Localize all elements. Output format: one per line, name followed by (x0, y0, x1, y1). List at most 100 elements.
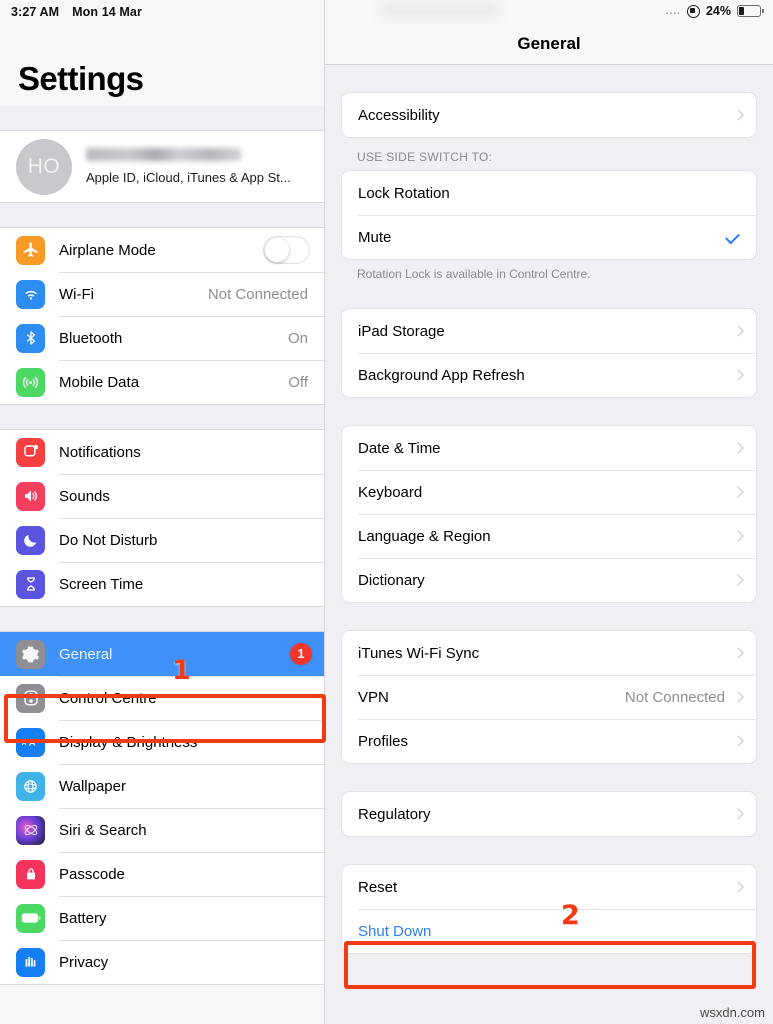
sidebar-group-notifications: Notifications Sounds Do Not Disturb Scre… (0, 429, 324, 607)
row-label: Shut Down (358, 922, 432, 940)
status-bar-right: .... 24% (665, 4, 764, 18)
sidebar-item-siri-search[interactable]: Siri & Search (0, 808, 324, 852)
row-ipad-storage[interactable]: iPad Storage (342, 309, 756, 353)
sounds-icon (16, 481, 45, 511)
gear-icon (16, 639, 45, 669)
sidebar-item-sounds[interactable]: Sounds (0, 474, 324, 518)
account-name-redacted (86, 148, 241, 161)
sidebar-item-passcode[interactable]: Passcode (0, 852, 324, 896)
control-centre-icon (16, 683, 45, 713)
sidebar-item-wallpaper[interactable]: Wallpaper (0, 764, 324, 808)
cellular-icon (16, 367, 45, 397)
sidebar-item-label: Wi-Fi (59, 285, 94, 303)
row-background-app-refresh[interactable]: Background App Refresh (342, 353, 756, 397)
sidebar-item-label: Airplane Mode (59, 241, 156, 259)
row-label: iTunes Wi-Fi Sync (358, 644, 480, 662)
sidebar-item-label: Display & Brightness (59, 733, 198, 751)
settings-title-container: Settings (0, 24, 324, 106)
row-label: Language & Region (358, 527, 491, 545)
detail-spacer (341, 603, 757, 630)
bluetooth-icon (16, 323, 45, 353)
airplane-icon (16, 235, 45, 265)
chevron-right-icon (732, 808, 744, 820)
section-accessibility: Accessibility (341, 92, 757, 138)
row-language-region[interactable]: Language & Region (342, 514, 756, 558)
sidebar-item-label: Bluetooth (59, 329, 123, 347)
chevron-right-icon (732, 735, 744, 747)
ipad-settings-screen: 3:27 AM Mon 14 Mar Settings HO Apple ID,… (0, 0, 773, 1024)
annotation-marker-1: 1 (172, 655, 191, 686)
wifi-icon (16, 279, 45, 309)
sidebar-item-airplane-mode[interactable]: Airplane Mode (0, 228, 324, 272)
row-regulatory[interactable]: Regulatory (342, 792, 756, 836)
toggle-knob (265, 238, 289, 262)
sidebar-item-mobile-data[interactable]: Mobile Data Off (0, 360, 324, 404)
row-label: Regulatory (358, 805, 431, 823)
svg-text:A: A (28, 738, 35, 748)
sidebar-item-label: Control Centre (59, 689, 157, 707)
account-subtitle: Apple ID, iCloud, iTunes & App St... (86, 170, 291, 185)
chevron-right-icon (732, 574, 744, 586)
section-storage: iPad Storage Background App Refresh (341, 308, 757, 398)
section-sync: iTunes Wi-Fi Sync VPN Not Connected Prof… (341, 630, 757, 764)
apple-account-row[interactable]: HO Apple ID, iCloud, iTunes & App St... (0, 130, 324, 203)
row-profiles[interactable]: Profiles (342, 719, 756, 763)
status-bar-left: 3:27 AM Mon 14 Mar (0, 0, 324, 24)
row-mute[interactable]: Mute (342, 215, 756, 259)
row-lock-rotation[interactable]: Lock Rotation (342, 171, 756, 215)
row-label: Date & Time (358, 439, 441, 457)
sidebar-item-label: Wallpaper (59, 777, 126, 795)
general-detail-panel: .... 24% General Accessibility USE SIDE … (325, 0, 773, 1024)
airplane-mode-toggle[interactable] (263, 236, 310, 264)
bluetooth-status-value: On (287, 329, 308, 347)
sidebar-group-system: General 1 Control Centre AA Display & Br… (0, 631, 324, 985)
sidebar-item-battery[interactable]: Battery (0, 896, 324, 940)
sidebar-item-general[interactable]: General 1 (0, 632, 324, 676)
sidebar-item-screen-time[interactable]: Screen Time (0, 562, 324, 606)
lock-icon (16, 859, 45, 889)
sidebar-item-control-centre[interactable]: Control Centre (0, 676, 324, 720)
row-label: Profiles (358, 732, 409, 750)
section-footer-side-switch: Rotation Lock is available in Control Ce… (357, 267, 591, 281)
sidebar-item-label: Privacy (59, 953, 109, 971)
chevron-right-icon (732, 647, 744, 659)
row-label: Mute (358, 228, 392, 246)
wallpaper-icon (16, 771, 45, 801)
row-date-time[interactable]: Date & Time (342, 426, 756, 470)
sidebar-item-privacy[interactable]: Privacy (0, 940, 324, 984)
chevron-right-icon (732, 691, 744, 703)
sidebar-item-display-brightness[interactable]: AA Display & Brightness (0, 720, 324, 764)
section-side-switch: Lock Rotation Mute (341, 170, 757, 260)
row-vpn[interactable]: VPN Not Connected (342, 675, 756, 719)
sidebar-item-wifi[interactable]: Wi-Fi Not Connected (0, 272, 324, 316)
row-dictionary[interactable]: Dictionary (342, 558, 756, 602)
detail-scroll-area[interactable]: Accessibility USE SIDE SWITCH TO: Lock R… (325, 65, 773, 954)
row-accessibility[interactable]: Accessibility (342, 93, 756, 137)
row-itunes-wifi-sync[interactable]: iTunes Wi-Fi Sync (342, 631, 756, 675)
sidebar-item-bluetooth[interactable]: Bluetooth On (0, 316, 324, 360)
sidebar-item-notifications[interactable]: Notifications (0, 430, 324, 474)
sidebar-item-label: Siri & Search (59, 821, 147, 839)
row-reset[interactable]: Reset (342, 865, 756, 909)
battery-status-icon (737, 5, 764, 17)
sidebar-item-label: Screen Time (59, 575, 144, 593)
wifi-status-value: Not Connected (207, 285, 308, 303)
sidebar-group-connectivity: Airplane Mode Wi-Fi Not Connected Blueto… (0, 227, 324, 405)
status-date: Mon 14 Mar (72, 5, 142, 19)
detail-spacer (341, 837, 757, 864)
display-icon: AA (16, 727, 45, 757)
sidebar-item-do-not-disturb[interactable]: Do Not Disturb (0, 518, 324, 562)
chevron-right-icon (732, 530, 744, 542)
checkmark-icon (725, 229, 740, 245)
detail-spacer (341, 281, 757, 308)
sidebar-item-label: Battery (59, 909, 107, 927)
chevron-right-icon (732, 325, 744, 337)
chevron-right-icon (732, 109, 744, 121)
sidebar-item-label: Sounds (59, 487, 110, 505)
notifications-icon (16, 437, 45, 467)
row-label: Reset (358, 878, 398, 896)
watermark: wsxdn.com (699, 1005, 765, 1020)
row-shut-down[interactable]: Shut Down (342, 909, 756, 953)
signal-dots-icon: .... (665, 5, 681, 17)
row-keyboard[interactable]: Keyboard (342, 470, 756, 514)
